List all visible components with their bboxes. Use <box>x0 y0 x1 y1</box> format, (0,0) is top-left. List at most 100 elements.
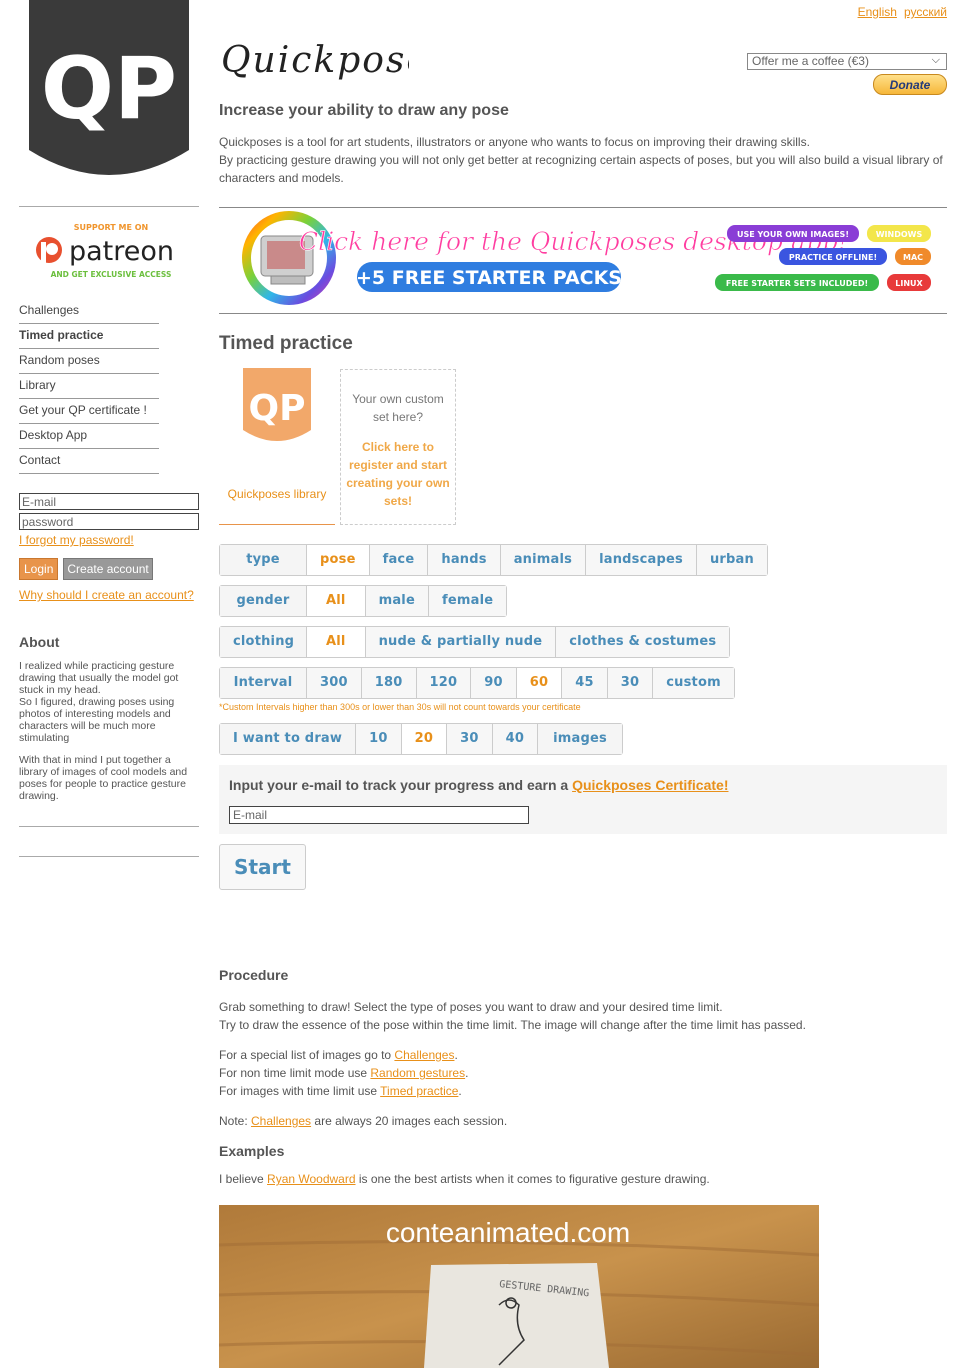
option-gender-all[interactable]: All <box>306 586 365 616</box>
svg-text:AND GET EXCLUSIVE ACCESS: AND GET EXCLUSIVE ACCESS <box>51 270 172 279</box>
option-label-images: images <box>537 724 622 754</box>
option-clothes-costumes[interactable]: clothes & costumes <box>555 627 730 657</box>
svg-text:QP: QP <box>249 388 306 429</box>
option-male[interactable]: male <box>364 586 428 616</box>
about-text: I realized while practicing gesture draw… <box>19 660 188 802</box>
option-landscapes[interactable]: landscapes <box>585 545 696 575</box>
option-interval-30[interactable]: 30 <box>606 668 653 698</box>
why-create-account-link[interactable]: Why should I create an account? <box>19 588 194 602</box>
option-label-interval: Interval <box>220 668 306 698</box>
lang-russian-link[interactable]: русский <box>904 5 947 19</box>
example-video[interactable]: conteanimated.com GESTURE DRAWING <box>219 1205 819 1368</box>
option-nude[interactable]: nude & partially nude <box>364 627 556 657</box>
nav-item-challenges[interactable]: Challenges <box>19 299 159 324</box>
option-count-30[interactable]: 30 <box>446 724 492 754</box>
examples-heading: Examples <box>219 1143 285 1159</box>
custom-set-question: Your own custom set here? <box>352 392 444 424</box>
nav-item-timed-practice[interactable]: Timed practice <box>19 324 159 349</box>
option-urban[interactable]: urban <box>695 545 767 575</box>
timed-practice-link[interactable]: Timed practice <box>380 1084 458 1098</box>
certificate-prompt: Input your e-mail to track your progress… <box>229 777 729 793</box>
challenges-note-link[interactable]: Challenges <box>251 1114 311 1128</box>
nav-item-desktop-app[interactable]: Desktop App <box>19 424 159 449</box>
option-female[interactable]: female <box>427 586 507 616</box>
set-card-custom[interactable]: Your own custom set here? Click here to … <box>340 369 456 525</box>
option-count-40[interactable]: 40 <box>491 724 538 754</box>
option-count-20[interactable]: 20 <box>400 724 447 754</box>
option-row-count: I want to draw 10 20 30 40 images <box>219 723 623 755</box>
option-interval-120[interactable]: 120 <box>415 668 471 698</box>
qp-library-icon: QP <box>243 368 311 441</box>
svg-text:QP: QP <box>41 39 177 139</box>
option-label-count: I want to draw <box>220 724 356 754</box>
set-card-quickposes-library[interactable]: QP Quickposes library <box>219 368 335 525</box>
track-email-field[interactable] <box>229 806 529 824</box>
svg-text:MAC: MAC <box>903 253 923 262</box>
start-button[interactable]: Start <box>219 844 306 890</box>
option-hands[interactable]: hands <box>427 545 500 575</box>
option-label-type: type <box>220 545 306 575</box>
option-animals[interactable]: animals <box>499 545 586 575</box>
login-email-field[interactable] <box>19 493 199 510</box>
procedure-section: Procedure Grab something to draw! Select… <box>219 966 919 1200</box>
option-interval-300[interactable]: 300 <box>306 668 361 698</box>
forgot-password-link[interactable]: I forgot my password! <box>19 533 199 547</box>
option-row-interval: Interval 300 180 120 90 60 45 30 custom <box>219 667 735 699</box>
login-form: I forgot my password! Login Create accou… <box>19 493 199 580</box>
svg-text:USE YOUR OWN IMAGES!: USE YOUR OWN IMAGES! <box>737 230 849 239</box>
donate-button[interactable]: Donate <box>873 74 947 95</box>
patreon-banner[interactable]: SUPPORT ME ON patreon AND GET EXCLUSIVE … <box>31 220 191 282</box>
challenges-link[interactable]: Challenges <box>394 1048 454 1062</box>
lang-english-link[interactable]: English <box>858 5 897 19</box>
divider <box>219 207 947 208</box>
svg-text:LINUX: LINUX <box>895 279 923 288</box>
option-interval-180[interactable]: 180 <box>360 668 416 698</box>
video-caption: conteanimated.com <box>386 1217 630 1248</box>
custom-set-register-link[interactable]: Click here to register and start creatin… <box>341 438 455 510</box>
svg-text:WINDOWS: WINDOWS <box>876 230 923 239</box>
ryan-woodward-link[interactable]: Ryan Woodward <box>267 1172 356 1186</box>
option-face[interactable]: face <box>368 545 428 575</box>
option-interval-60[interactable]: 60 <box>515 668 562 698</box>
interval-note: *Custom Intervals higher than 300s or lo… <box>219 702 581 712</box>
main-nav: Challenges Timed practice Random poses L… <box>19 299 159 474</box>
banner-subline: +5 FREE STARTER PACKS <box>356 267 622 289</box>
sidebar-divider <box>19 856 199 857</box>
option-row-type: type pose face hands animals landscapes … <box>219 544 768 576</box>
certificate-email-box: Input your e-mail to track your progress… <box>219 765 947 834</box>
nav-item-random-poses[interactable]: Random poses <box>19 349 159 374</box>
option-interval-custom[interactable]: custom <box>652 668 734 698</box>
nav-item-certificate[interactable]: Get your QP certificate ! <box>19 399 159 424</box>
patreon-brand: patreon <box>69 236 174 267</box>
quickposes-logo[interactable]: QP <box>29 0 189 178</box>
login-password-field[interactable] <box>19 513 199 530</box>
procedure-heading: Procedure <box>219 967 289 983</box>
donate-amount-select[interactable]: Offer me a coffee (€3) ⌵ <box>747 53 947 70</box>
option-interval-90[interactable]: 90 <box>470 668 516 698</box>
svg-text:PRACTICE OFFLINE!: PRACTICE OFFLINE! <box>789 253 877 262</box>
divider <box>219 313 947 314</box>
random-gestures-link[interactable]: Random gestures <box>370 1066 465 1080</box>
option-interval-45[interactable]: 45 <box>561 668 607 698</box>
option-row-clothing: clothing All nude & partially nude cloth… <box>219 626 731 658</box>
chevron-down-icon: ⌵ <box>931 54 940 66</box>
language-switcher: English русский <box>851 5 947 19</box>
option-pose[interactable]: pose <box>306 545 369 575</box>
about-heading: About <box>19 634 60 650</box>
quickposes-wordmark[interactable]: Quickposes <box>219 24 409 84</box>
option-row-gender: gender All male female <box>219 585 508 617</box>
nav-item-contact[interactable]: Contact <box>19 449 159 474</box>
svg-text:SUPPORT ME ON: SUPPORT ME ON <box>74 223 149 232</box>
page-title: Timed practice <box>219 333 353 354</box>
certificate-link[interactable]: Quickposes Certificate! <box>572 777 728 793</box>
nav-item-library[interactable]: Library <box>19 374 159 399</box>
login-button[interactable]: Login <box>19 558 59 580</box>
svg-text:Quickposes: Quickposes <box>221 40 409 81</box>
intro-text: Quickposes is a tool for art students, i… <box>219 135 943 185</box>
desktop-app-banner[interactable]: Click here for the Quickposes desktop ap… <box>219 210 947 308</box>
option-label-gender: gender <box>220 586 306 616</box>
create-account-button[interactable]: Create account <box>63 558 153 580</box>
option-count-10[interactable]: 10 <box>355 724 401 754</box>
option-clothing-all[interactable]: All <box>306 627 365 657</box>
tagline: Increase your ability to draw any pose <box>219 102 509 119</box>
